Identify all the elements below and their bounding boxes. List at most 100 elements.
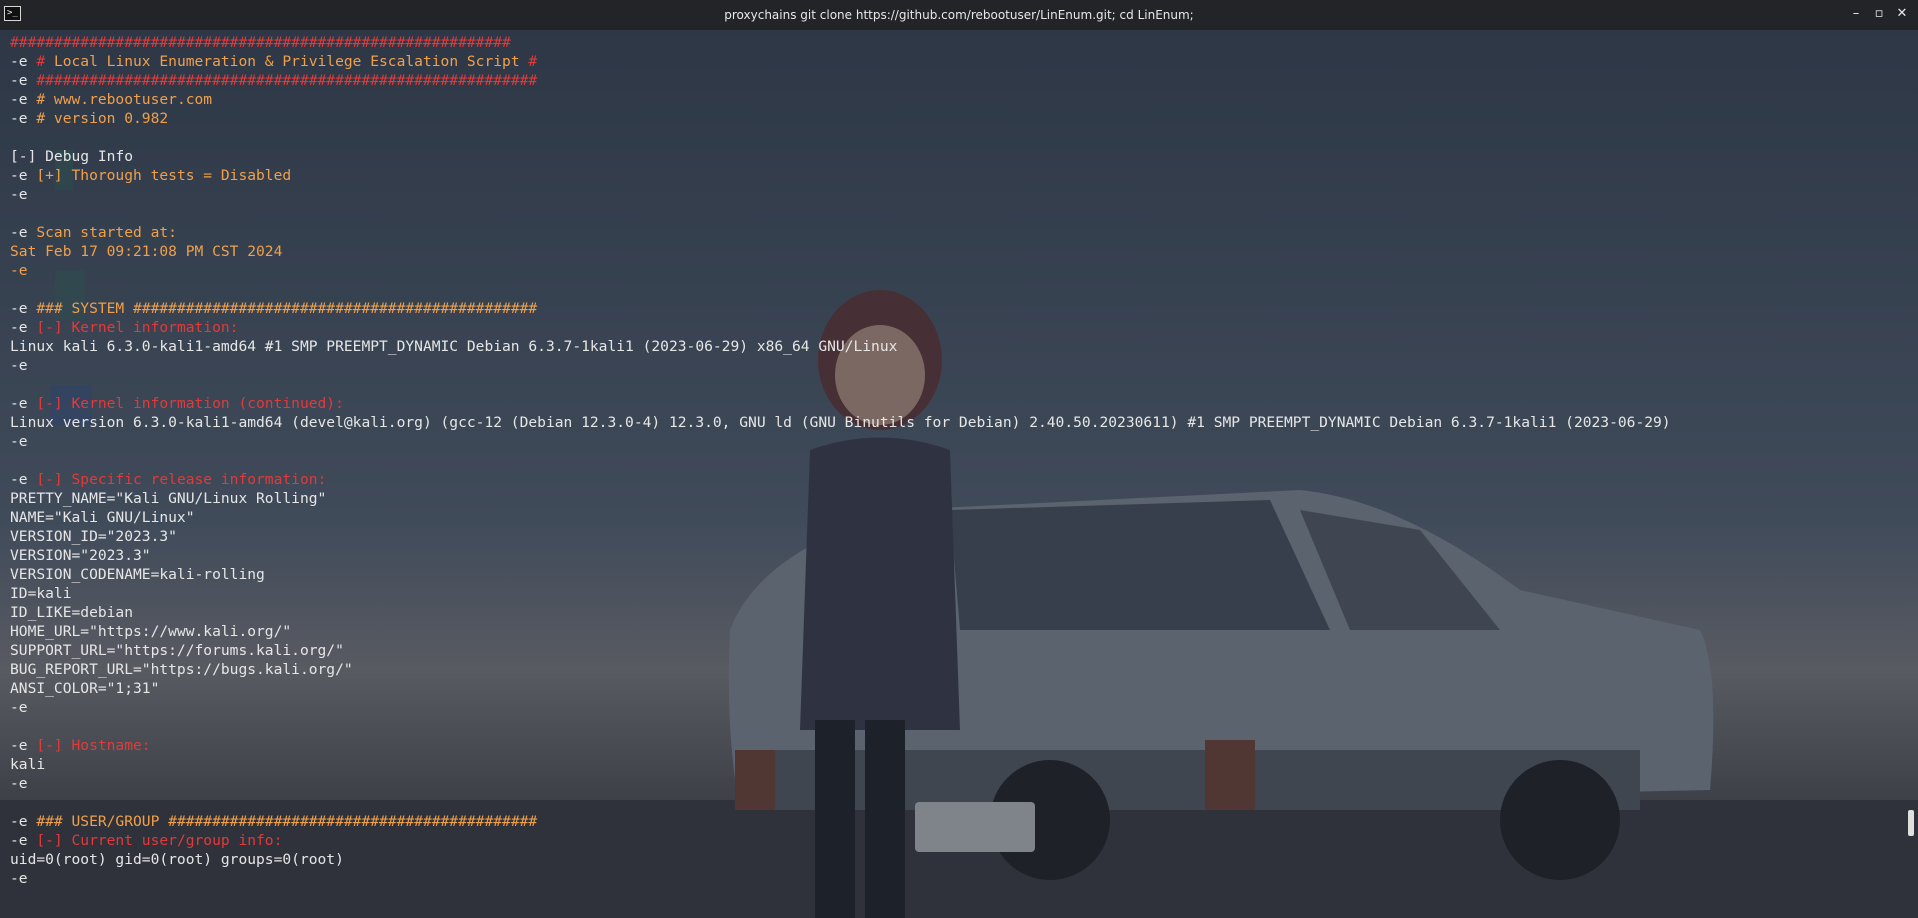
- close-icon[interactable]: ✕: [1894, 6, 1910, 22]
- terminal-text: -e: [10, 110, 37, 127]
- terminal-line: -e [+] Thorough tests = Disabled: [10, 166, 1898, 185]
- terminal-line: -e # version 0.982: [10, 109, 1898, 128]
- terminal-text: -e: [10, 433, 28, 450]
- terminal-text: -e: [10, 395, 37, 412]
- terminal-line: Linux version 6.3.0-kali1-amd64 (devel@k…: [10, 413, 1898, 432]
- terminal-line: -e [-] Kernel information (continued):: [10, 394, 1898, 413]
- terminal-text: VERSION="2023.3": [10, 547, 151, 564]
- terminal-line: -e [-] Hostname:: [10, 736, 1898, 755]
- terminal-line: [-] Debug Info: [10, 147, 1898, 166]
- terminal-line: -e ### SYSTEM ##########################…: [10, 299, 1898, 318]
- terminal-line: -e [-] Specific release information:: [10, 470, 1898, 489]
- terminal-text: SUPPORT_URL="https://forums.kali.org/": [10, 642, 344, 659]
- terminal-text: -e: [10, 91, 37, 108]
- terminal-line: -e [-] Kernel information:: [10, 318, 1898, 337]
- terminal-text: [-] Kernel information (continued):: [36, 395, 344, 412]
- terminal-line: VERSION="2023.3": [10, 546, 1898, 565]
- terminal-line: uid=0(root) gid=0(root) groups=0(root): [10, 850, 1898, 869]
- terminal-text: ID=kali: [10, 585, 72, 602]
- terminal-text: -e: [10, 300, 37, 317]
- terminal-text: PRETTY_NAME="Kali GNU/Linux Rolling": [10, 490, 327, 507]
- terminal-text: Sat Feb 17 09:21:08 PM CST 2024: [10, 243, 283, 260]
- terminal-text: -e: [10, 53, 37, 70]
- terminal-text: VERSION_ID="2023.3": [10, 528, 177, 545]
- terminal-text: [-] Hostname:: [36, 737, 151, 754]
- terminal-line: VERSION_ID="2023.3": [10, 527, 1898, 546]
- terminal-text: VERSION_CODENAME=kali-rolling: [10, 566, 265, 583]
- terminal-line: -e: [10, 185, 1898, 204]
- terminal-line: -e: [10, 432, 1898, 451]
- terminal-line: SUPPORT_URL="https://forums.kali.org/": [10, 641, 1898, 660]
- terminal-text: #: [519, 53, 538, 70]
- terminal-text: -e: [10, 832, 37, 849]
- terminal-text: NAME="Kali GNU/Linux": [10, 509, 195, 526]
- terminal-text: -e: [10, 224, 37, 241]
- terminal-text: -e: [10, 737, 37, 754]
- maximize-icon[interactable]: ▫: [1871, 6, 1887, 22]
- terminal-line: ANSI_COLOR="1;31": [10, 679, 1898, 698]
- terminal-line: -e # www.rebootuser.com: [10, 90, 1898, 109]
- terminal-line: ########################################…: [10, 33, 1898, 52]
- terminal-text: kali: [10, 756, 46, 773]
- terminal-line: -e Scan started at:: [10, 223, 1898, 242]
- terminal-text: -e: [10, 775, 28, 792]
- terminal-line: -e [-] Current user/group info:: [10, 831, 1898, 850]
- terminal-text: # version 0.982: [36, 110, 169, 127]
- terminal-window[interactable]: >_ proxychains git clone https://github.…: [0, 0, 1918, 918]
- terminal-text: #: [36, 53, 54, 70]
- scrollbar-thumb[interactable]: [1908, 810, 1914, 836]
- terminal-text: -e: [10, 186, 28, 203]
- terminal-text: -e: [10, 813, 37, 830]
- terminal-text: BUG_REPORT_URL="https://bugs.kali.org/": [10, 661, 353, 678]
- terminal-line: VERSION_CODENAME=kali-rolling: [10, 565, 1898, 584]
- terminal-text: ANSI_COLOR="1;31": [10, 680, 160, 697]
- terminal-text: # www.rebootuser.com: [36, 91, 213, 108]
- terminal-text: -e: [10, 262, 28, 279]
- terminal-text: ########################################…: [10, 34, 511, 51]
- terminal-line: -e: [10, 774, 1898, 793]
- terminal-line: -e: [10, 356, 1898, 375]
- terminal-line: -e #####################################…: [10, 71, 1898, 90]
- terminal-line: -e: [10, 261, 1898, 280]
- terminal-text: -e: [10, 471, 37, 488]
- terminal-text: ### USER/GROUP #########################…: [36, 813, 538, 830]
- terminal-text: Linux version 6.3.0-kali1-amd64 (devel@k…: [10, 414, 1671, 431]
- terminal-text: -e: [10, 357, 28, 374]
- terminal-line: -e # Local Linux Enumeration & Privilege…: [10, 52, 1898, 71]
- terminal-text: ########################################…: [36, 72, 538, 89]
- terminal-line: -e: [10, 869, 1898, 888]
- terminal-line: kali: [10, 755, 1898, 774]
- minimize-icon[interactable]: –: [1848, 6, 1864, 22]
- terminal-text: ### SYSTEM #############################…: [36, 300, 538, 317]
- terminal-line: HOME_URL="https://www.kali.org/": [10, 622, 1898, 641]
- terminal-line: NAME="Kali GNU/Linux": [10, 508, 1898, 527]
- terminal-text: -e: [10, 870, 28, 887]
- terminal-line: ID=kali: [10, 584, 1898, 603]
- title-bar[interactable]: >_ proxychains git clone https://github.…: [0, 0, 1918, 30]
- terminal-output[interactable]: ########################################…: [10, 33, 1898, 918]
- terminal-text: -e: [10, 72, 37, 89]
- terminal-line: -e: [10, 698, 1898, 717]
- terminal-line: ID_LIKE=debian: [10, 603, 1898, 622]
- terminal-text: [-] Kernel information:: [36, 319, 239, 336]
- terminal-line: Sat Feb 17 09:21:08 PM CST 2024: [10, 242, 1898, 261]
- terminal-text: -e: [10, 319, 37, 336]
- terminal-text: uid=0(root) gid=0(root) groups=0(root): [10, 851, 344, 868]
- terminal-text: -e: [10, 167, 37, 184]
- terminal-line: BUG_REPORT_URL="https://bugs.kali.org/": [10, 660, 1898, 679]
- terminal-text: ID_LIKE=debian: [10, 604, 134, 621]
- terminal-text: [+] Thorough tests = Disabled: [36, 167, 292, 184]
- terminal-line: PRETTY_NAME="Kali GNU/Linux Rolling": [10, 489, 1898, 508]
- terminal-text: [-] Debug Info: [10, 148, 134, 165]
- terminal-text: [-] Current user/group info:: [36, 832, 283, 849]
- terminal-line: Linux kali 6.3.0-kali1-amd64 #1 SMP PREE…: [10, 337, 1898, 356]
- terminal-text: Scan started at:: [36, 224, 177, 241]
- window-title: proxychains git clone https://github.com…: [724, 8, 1194, 22]
